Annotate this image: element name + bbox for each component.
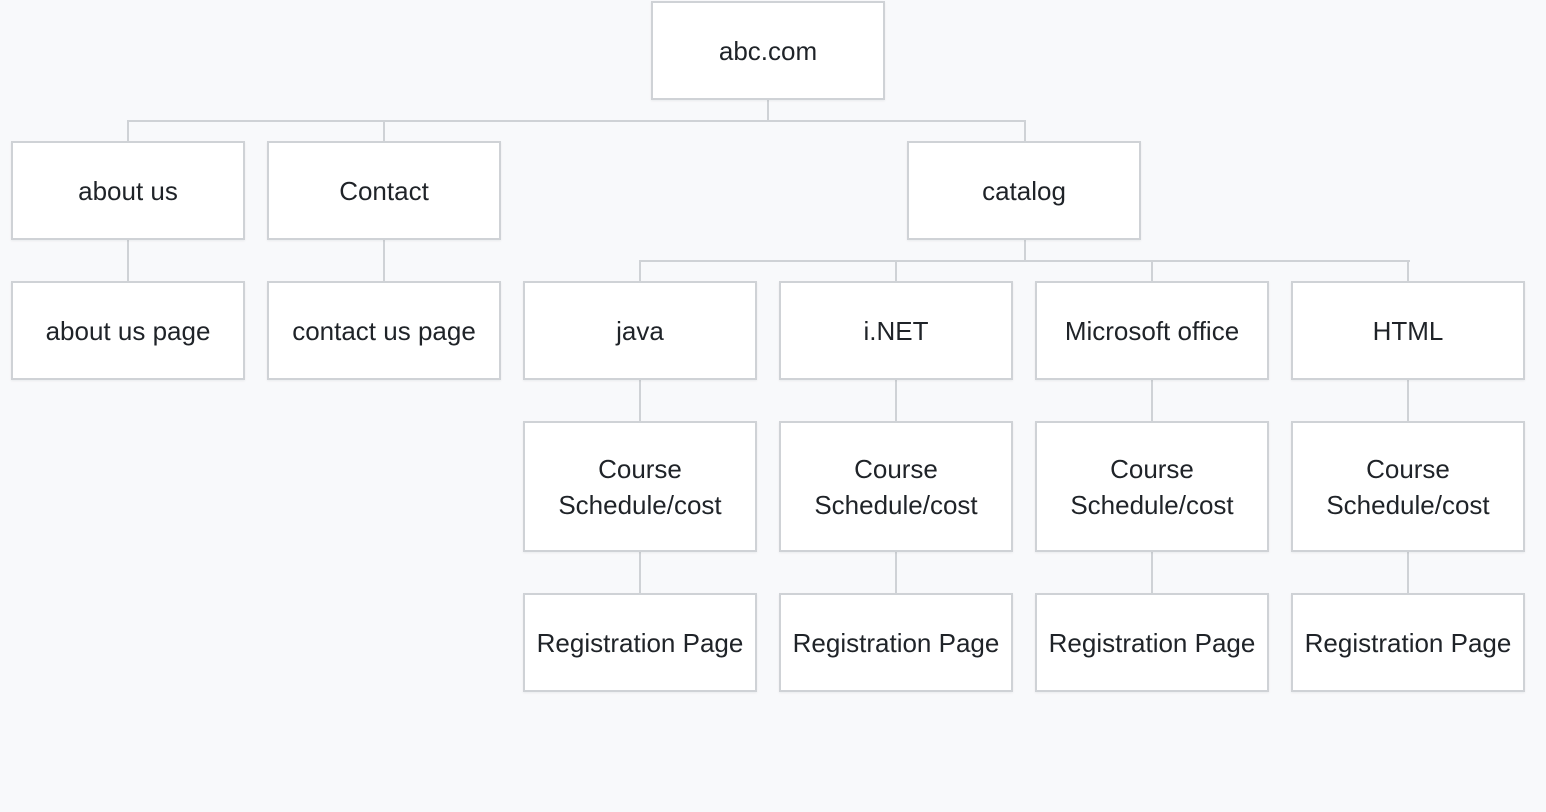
connector-line [1151, 552, 1153, 593]
node-label: Contact [339, 175, 429, 206]
connector-line [383, 120, 385, 141]
node-inet-schedule[interactable]: Course Schedule/cost [779, 421, 1013, 552]
node-label: Course Schedule/cost [558, 453, 722, 520]
node-microsoft-office-registration[interactable]: Registration Page [1035, 593, 1269, 692]
site-map-diagram: abc.com about us Contact catalog about u… [0, 0, 1546, 812]
node-label: Registration Page [1048, 627, 1256, 658]
node-label: about us [78, 175, 178, 206]
connector-line [639, 380, 641, 421]
node-label: java [616, 315, 664, 346]
node-html-registration[interactable]: Registration Page [1291, 593, 1525, 692]
connector-line [895, 260, 897, 281]
node-label: HTML [1372, 315, 1444, 346]
connector-line [639, 552, 641, 593]
connector-line [639, 260, 1410, 262]
connector-line [767, 100, 769, 122]
node-label: Microsoft office [1064, 315, 1240, 346]
connector-line [1024, 120, 1026, 141]
connector-line [895, 552, 897, 593]
connector-line [1407, 380, 1409, 421]
connector-line [639, 260, 641, 281]
node-about-us[interactable]: about us [11, 141, 245, 240]
node-label: Course Schedule/cost [1326, 453, 1490, 520]
connector-line [1151, 380, 1153, 421]
node-course-html[interactable]: HTML [1291, 281, 1525, 380]
node-label: Registration Page [536, 627, 744, 658]
node-course-inet[interactable]: i.NET [779, 281, 1013, 380]
connector-line [895, 380, 897, 421]
connector-line [1407, 260, 1409, 281]
node-inet-registration[interactable]: Registration Page [779, 593, 1013, 692]
node-label: about us page [45, 315, 211, 346]
node-course-microsoft-office[interactable]: Microsoft office [1035, 281, 1269, 380]
node-html-schedule[interactable]: Course Schedule/cost [1291, 421, 1525, 552]
node-java-registration[interactable]: Registration Page [523, 593, 757, 692]
node-label: abc.com [718, 35, 818, 66]
node-label: catalog [982, 175, 1066, 206]
connector-line [127, 120, 129, 141]
connector-line [383, 240, 385, 281]
node-microsoft-office-schedule[interactable]: Course Schedule/cost [1035, 421, 1269, 552]
node-catalog[interactable]: catalog [907, 141, 1141, 240]
node-java-schedule[interactable]: Course Schedule/cost [523, 421, 757, 552]
connector-line [1407, 552, 1409, 593]
node-contact-us-page[interactable]: contact us page [267, 281, 501, 380]
connector-line [1024, 240, 1026, 262]
node-root[interactable]: abc.com [651, 1, 885, 100]
connector-line [127, 240, 129, 281]
node-course-java[interactable]: java [523, 281, 757, 380]
node-label: i.NET [863, 315, 929, 346]
connector-line [1151, 260, 1153, 281]
node-about-us-page[interactable]: about us page [11, 281, 245, 380]
connector-line [127, 120, 1026, 122]
node-label: Registration Page [1304, 627, 1512, 658]
node-label: Course Schedule/cost [814, 453, 978, 520]
node-label: Course Schedule/cost [1070, 453, 1234, 520]
node-contact[interactable]: Contact [267, 141, 501, 240]
node-label: contact us page [292, 315, 476, 346]
node-label: Registration Page [792, 627, 1000, 658]
